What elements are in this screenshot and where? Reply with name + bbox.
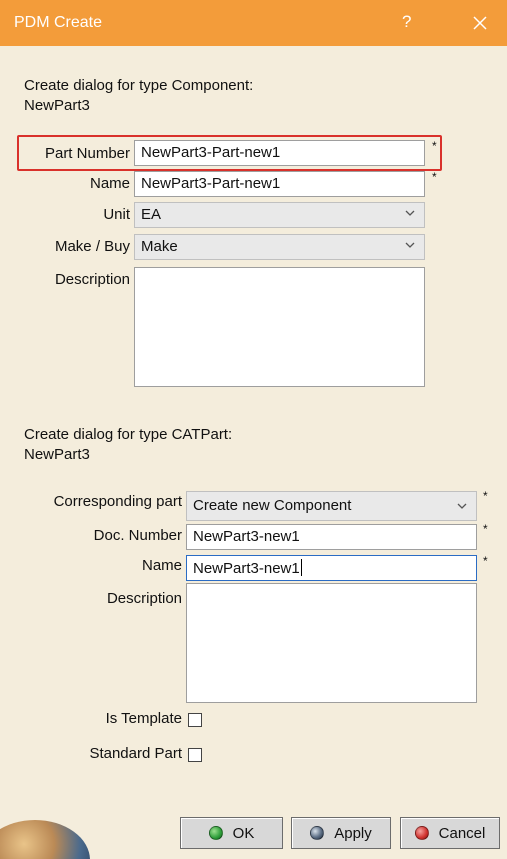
corresponding-part-label: Corresponding part [53, 493, 182, 510]
green-orb-icon [208, 826, 223, 840]
standard-part-checkbox[interactable] [188, 748, 202, 762]
ok-label: OK [232, 824, 255, 842]
required-marker: * [483, 522, 488, 536]
make-buy-value: Make [141, 238, 178, 255]
text-cursor [300, 559, 302, 576]
corresponding-part-value: Create new Component [193, 497, 352, 514]
required-marker: * [432, 139, 437, 153]
unit-label: Unit [103, 206, 130, 223]
required-marker: * [483, 554, 488, 568]
app-logo-decoration [0, 820, 90, 859]
part-number-field[interactable]: NewPart3-Part-new1 [134, 140, 425, 166]
pdm-create-dialog: PDM Create ? Create dialog for type Comp… [0, 0, 507, 859]
chevron-down-icon [405, 242, 415, 248]
description-label: Description [54, 271, 130, 288]
corresponding-part-dropdown[interactable]: Create new Component [186, 491, 477, 521]
doc-number-field[interactable]: NewPart3-new1 [186, 524, 477, 550]
apply-button[interactable]: Apply [291, 817, 391, 849]
component-heading-title: Create dialog for type Component: [24, 77, 254, 94]
catpart-heading-name: NewPart3 [24, 446, 90, 463]
catpart-name-label: Name [141, 557, 182, 574]
unit-value: EA [141, 206, 162, 223]
chevron-down-icon [457, 503, 467, 509]
required-marker: * [432, 170, 437, 184]
part-number-label: Part Number [44, 145, 130, 162]
title-bar: PDM Create ? [0, 0, 507, 46]
component-heading-name: NewPart3 [24, 97, 90, 114]
cancel-button[interactable]: Cancel [400, 817, 500, 849]
gray-orb-icon [310, 826, 325, 840]
catpart-description-textarea[interactable] [186, 583, 477, 703]
catpart-name-value: NewPart3-new1 [193, 560, 300, 577]
component-heading: Create dialog for type Component: NewPar… [24, 76, 253, 116]
catpart-name-field[interactable]: NewPart3-new1 [186, 555, 477, 581]
unit-dropdown[interactable]: EA [134, 202, 425, 228]
description-textarea[interactable] [134, 267, 425, 387]
help-button[interactable]: ? [402, 12, 411, 32]
is-template-checkbox[interactable] [188, 713, 202, 727]
catpart-heading-title: Create dialog for type CATPart: [24, 426, 233, 443]
name-label: Name [89, 175, 130, 192]
standard-part-label: Standard Part [89, 745, 182, 762]
close-icon [473, 16, 487, 30]
make-buy-label: Make / Buy [54, 238, 130, 255]
chevron-down-icon [405, 210, 415, 216]
cancel-label: Cancel [438, 824, 486, 842]
red-orb-icon [414, 826, 429, 840]
doc-number-label: Doc. Number [93, 527, 182, 544]
catpart-description-label: Description [106, 590, 182, 607]
name-field[interactable]: NewPart3-Part-new1 [134, 171, 425, 197]
apply-label: Apply [334, 824, 372, 842]
ok-button[interactable]: OK [180, 817, 283, 849]
window-title: PDM Create [14, 14, 103, 31]
make-buy-dropdown[interactable]: Make [134, 234, 425, 260]
catpart-heading: Create dialog for type CATPart: NewPart3 [24, 425, 232, 465]
is-template-label: Is Template [105, 710, 182, 727]
required-marker: * [483, 489, 488, 503]
close-button[interactable] [462, 6, 498, 40]
